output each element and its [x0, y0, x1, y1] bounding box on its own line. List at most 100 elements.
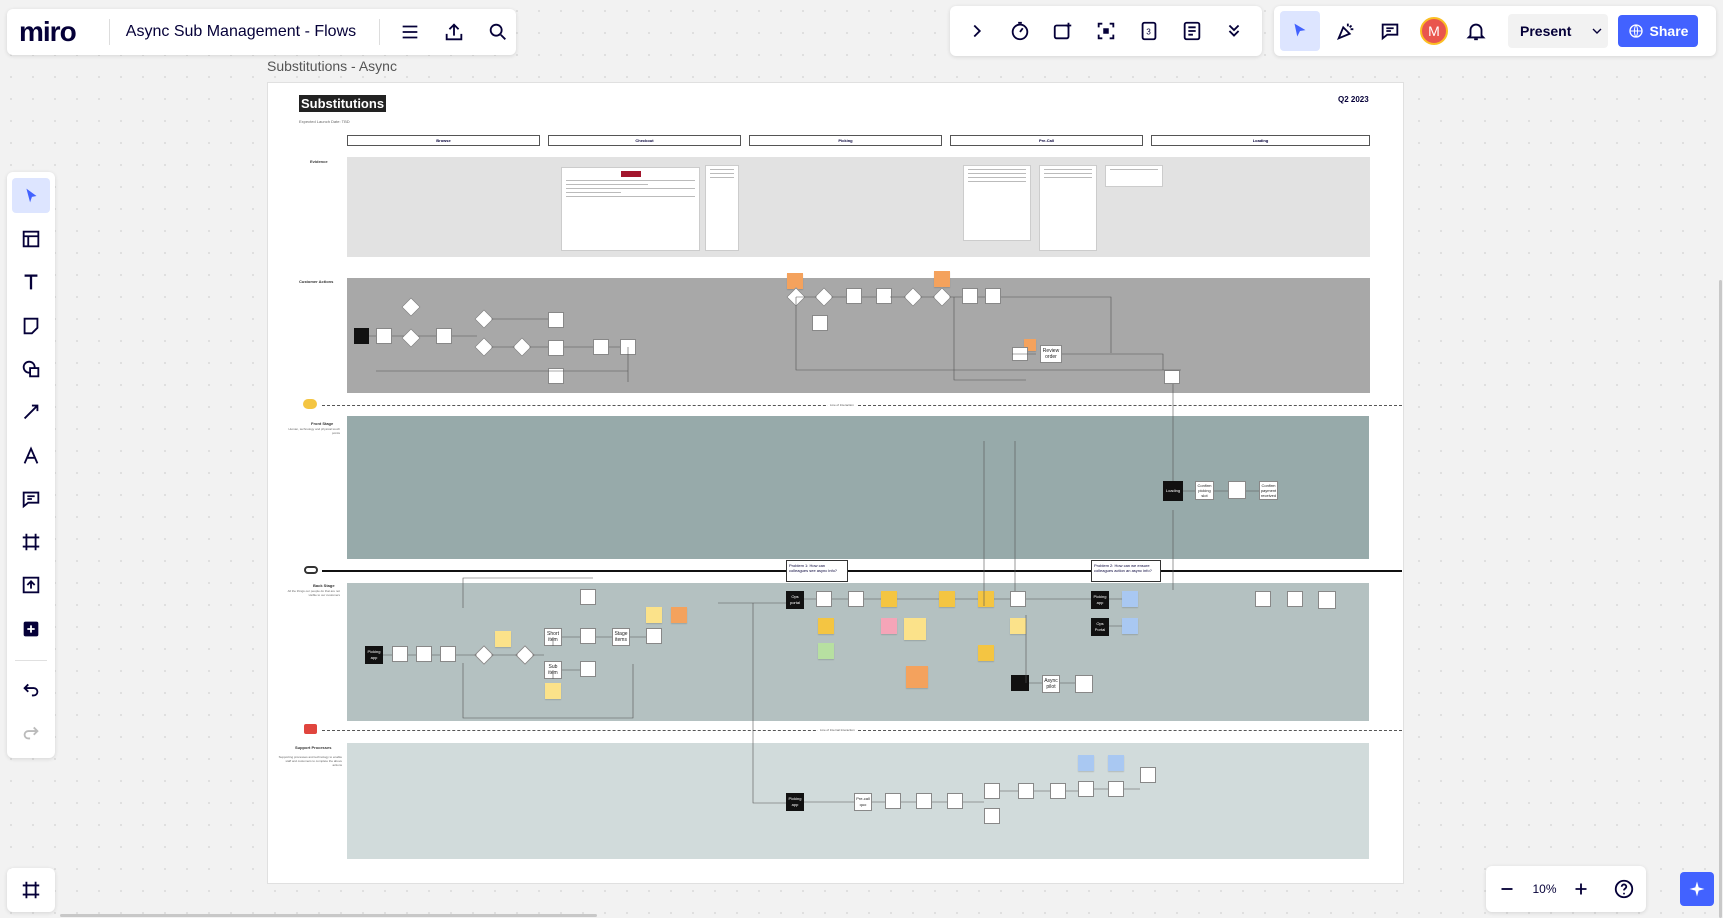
loading-node[interactable]: Loading — [1163, 481, 1183, 501]
frame-icon[interactable] — [12, 525, 50, 560]
flow-node[interactable] — [580, 589, 596, 605]
vertical-scrollbar[interactable] — [1719, 280, 1722, 918]
sticky-note[interactable] — [545, 683, 561, 699]
flow-node[interactable] — [548, 312, 564, 328]
flow-node[interactable] — [548, 368, 564, 384]
shapes-icon[interactable] — [12, 351, 50, 386]
flow-node[interactable] — [947, 793, 963, 809]
chevron-down-icon[interactable] — [1589, 23, 1605, 39]
confirm-picking-slot-node[interactable]: Confirm picking slot — [1195, 481, 1214, 500]
board-name[interactable]: Async Sub Management - Flows — [126, 23, 375, 41]
flow-node[interactable] — [848, 591, 864, 607]
sticky-note[interactable] — [934, 271, 950, 287]
picking-app-node[interactable]: Picking app — [365, 646, 383, 664]
flow-node[interactable] — [1318, 591, 1336, 609]
sticky-note[interactable] — [939, 591, 955, 607]
add-icon[interactable] — [12, 611, 50, 646]
flow-node[interactable] — [354, 328, 369, 344]
flow-node[interactable] — [646, 628, 662, 644]
sticky-note[interactable] — [906, 666, 928, 688]
sticky-note[interactable] — [1078, 755, 1094, 771]
sticky-note[interactable] — [904, 618, 926, 640]
flow-node[interactable] — [816, 591, 832, 607]
horizontal-scrollbar[interactable] — [60, 914, 597, 917]
sticky-note[interactable] — [646, 607, 662, 623]
sticky-note[interactable] — [818, 618, 834, 634]
search-icon[interactable] — [480, 14, 516, 50]
flow-node[interactable] — [1228, 481, 1246, 499]
bell-icon[interactable] — [1458, 13, 1494, 49]
flow-node[interactable] — [885, 793, 901, 809]
flow-node[interactable] — [376, 328, 392, 344]
sticky-note[interactable] — [881, 591, 897, 607]
flow-node[interactable] — [1018, 783, 1034, 799]
flow-node[interactable] — [436, 328, 452, 344]
flow-node[interactable] — [1287, 591, 1303, 607]
flow-node[interactable] — [1255, 591, 1271, 607]
ops-portal-node[interactable]: Ops portal — [786, 591, 804, 609]
pen-icon[interactable] — [12, 438, 50, 473]
assist-button[interactable] — [1680, 872, 1714, 906]
review-order-node[interactable]: Review order — [1040, 345, 1062, 363]
timer-icon[interactable] — [1002, 13, 1038, 49]
hamburger-menu-icon[interactable] — [392, 14, 428, 50]
sticky-note[interactable] — [1122, 591, 1138, 607]
async-pilot-node[interactable]: Async pilot — [1042, 675, 1060, 693]
sticky-note[interactable] — [1108, 755, 1124, 771]
share-button[interactable]: Share — [1618, 15, 1698, 47]
problem-1-callout[interactable]: Problem 1: How can colleagues see async … — [786, 560, 848, 582]
picking-app-node[interactable]: Picking app — [1091, 591, 1109, 609]
picking-app-support-node[interactable]: Picking app — [786, 793, 804, 811]
flow-node[interactable] — [1108, 781, 1124, 797]
flow-node[interactable] — [984, 808, 1000, 824]
reactions-cursor-icon[interactable] — [1280, 11, 1320, 51]
card-icon[interactable] — [1045, 13, 1081, 49]
frame-title[interactable]: Substitutions - Async — [267, 58, 397, 74]
select-cursor-icon[interactable] — [12, 178, 50, 214]
celebrate-icon[interactable] — [1328, 13, 1364, 49]
flow-node[interactable] — [440, 646, 456, 662]
minus-icon[interactable] — [1489, 871, 1525, 907]
present-button[interactable]: Present — [1508, 14, 1608, 48]
sticky-note[interactable] — [978, 591, 994, 607]
flow-node[interactable] — [916, 793, 932, 809]
problem-2-callout[interactable]: Problem 2: How can we ensure colleagues … — [1091, 560, 1161, 582]
more-chevron-icon[interactable] — [1216, 13, 1252, 49]
plus-icon[interactable] — [1563, 871, 1599, 907]
flow-node[interactable] — [620, 339, 636, 355]
stage-items-node[interactable]: Stage items — [612, 628, 630, 646]
sticky-note[interactable] — [1010, 618, 1026, 634]
chevron-right-icon[interactable] — [959, 13, 995, 49]
confirm-payment-node[interactable]: Confirm payment received — [1259, 481, 1278, 500]
evidence-screenshot[interactable] — [561, 167, 700, 251]
sticky-note[interactable] — [1122, 618, 1138, 634]
sticky-note[interactable] — [818, 643, 834, 659]
line-icon[interactable] — [12, 395, 50, 430]
flow-node[interactable] — [1050, 783, 1066, 799]
miro-logo[interactable]: miro — [19, 16, 109, 48]
flow-node[interactable] — [392, 646, 408, 662]
flow-node[interactable] — [1012, 347, 1028, 361]
frames-button[interactable] — [7, 868, 55, 912]
upload-icon[interactable] — [436, 14, 472, 50]
sticky-note[interactable] — [671, 607, 687, 623]
focus-icon[interactable] — [1088, 13, 1124, 49]
zoom-value[interactable]: 10% — [1532, 882, 1556, 896]
flow-node[interactable] — [416, 646, 432, 662]
help-icon[interactable] — [1606, 871, 1642, 907]
flow-node[interactable] — [985, 288, 1001, 304]
flow-node[interactable] — [548, 340, 564, 356]
evidence-screenshot[interactable] — [705, 165, 739, 251]
comment-icon[interactable] — [12, 481, 50, 516]
ops-portal-node[interactable]: Ops Portal — [1091, 618, 1109, 636]
evidence-screenshot[interactable] — [1039, 165, 1097, 251]
flow-node[interactable] — [1011, 675, 1029, 691]
template-icon[interactable] — [12, 221, 50, 256]
flow-node[interactable] — [876, 288, 892, 304]
flow-node[interactable] — [846, 288, 862, 304]
sub-item-node[interactable]: Sub item — [544, 661, 562, 679]
sticky-note[interactable] — [495, 631, 511, 647]
short-item-node[interactable]: Short item — [544, 628, 562, 646]
evidence-screenshot[interactable] — [963, 165, 1031, 241]
notes-icon[interactable] — [1174, 13, 1210, 49]
